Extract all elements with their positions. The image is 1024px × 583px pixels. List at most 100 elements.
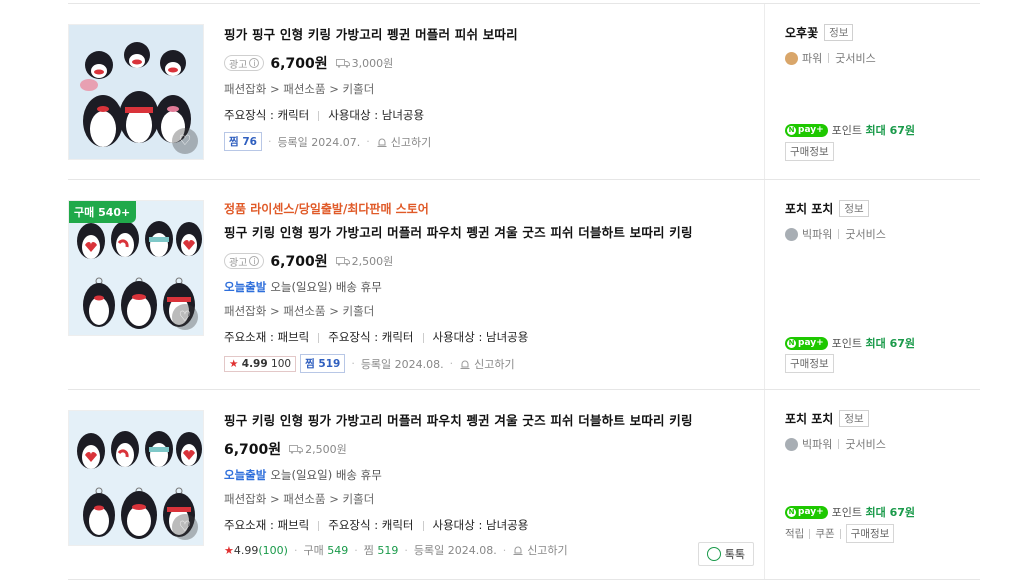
npay-label: pay (798, 338, 817, 348)
ad-label: 광고 (229, 59, 248, 71)
report-link[interactable]: 신고하기 (527, 542, 567, 558)
product-thumbnail[interactable]: ♡ (68, 24, 204, 160)
point-max: 최대 67원 (865, 506, 916, 519)
npay-label: pay (798, 507, 817, 517)
attribute: 사용대상 : 남녀공용 (432, 518, 529, 532)
power-grade: 파워 (802, 52, 823, 65)
buy-info-button[interactable]: 구매정보 (785, 354, 834, 373)
category-path[interactable]: 패션잡화 > 패션소품 > 키홀더 (224, 303, 754, 319)
zzim-count[interactable]: 찜 519 (300, 354, 346, 373)
delivery-info: 오늘출발 오늘(일요일) 배송 휴무 (224, 279, 754, 295)
purchase-count: 549 (327, 543, 349, 557)
report-link[interactable]: 신고하기 (474, 356, 514, 372)
npay-point: Npay + 포인트 최대 67원 (785, 335, 915, 351)
attribute: 주요소재 : 패브릭 (224, 330, 310, 344)
price-row: 광고 i 6,700원 2,500원 (224, 251, 754, 271)
seller-name[interactable]: 포치 포치 (785, 200, 833, 217)
divider (422, 520, 424, 531)
ad-badge[interactable]: 광고 i (224, 253, 265, 269)
service-grade: 굿서비스 (845, 438, 886, 451)
product-item: ♡ 핑구 키링 인형 핑가 가방고리 머플러 파우치 펭귄 겨울 굿즈 피쉬 더… (68, 390, 980, 580)
ad-badge[interactable]: 광고 i (224, 55, 265, 71)
divider (809, 528, 811, 539)
seller-links: 적립 쿠폰 구매정보 (785, 524, 895, 543)
product-item: ♡ 핑가 핑구 인형 키링 가방고리 펭귄 머플러 피쉬 보따리 광고 i 6,7… (68, 4, 980, 180)
delivery-tag: 오늘출발 (224, 280, 267, 294)
product-info: 핑가 핑구 인형 키링 가방고리 펭귄 머플러 피쉬 보따리 광고 i 6,700… (224, 24, 754, 151)
dot-separator: · (351, 357, 355, 370)
wishlist-heart-icon[interactable]: ♡ (172, 514, 198, 540)
product-meta: ★ 4.99 (100) · 구매 549 · 찜 519 · 등록일 2024.0… (224, 542, 754, 558)
zzim-count[interactable]: 519 (377, 544, 398, 557)
buy-info-button[interactable]: 구매정보 (845, 524, 895, 543)
attribute: 주요소재 : 패브릭 (224, 518, 310, 532)
coupon-link[interactable]: 쿠폰 (815, 526, 834, 541)
seller-header: 오후꽃 정보 (785, 24, 980, 41)
review-count[interactable]: (100) (258, 544, 288, 557)
product-thumbnail[interactable]: ♡ (68, 410, 204, 546)
wishlist-heart-icon[interactable]: ♡ (172, 304, 198, 330)
shipping-fee-value: 2,500원 (351, 255, 394, 268)
plus-icon: + (816, 338, 824, 348)
product-title[interactable]: 핑구 키링 인형 핑가 가방고리 머플러 파우치 펭귄 겨울 굿즈 피쉬 더블하… (224, 410, 754, 429)
ad-label: 광고 (229, 257, 248, 269)
zzim-count[interactable]: 찜 76 (224, 132, 262, 151)
npay-badge: Npay + (785, 123, 828, 137)
product-attributes: 주요소재 : 패브릭 주요장식 : 캐릭터 사용대상 : 남녀공용 (224, 517, 754, 533)
seller-grade: 파워 굿서비스 (785, 50, 980, 66)
category-path[interactable]: 패션잡화 > 패션소품 > 키홀더 (224, 491, 754, 507)
product-title[interactable]: 핑구 키링 인형 핑가 가방고리 머플러 파우치 펭귄 겨울 굿즈 피쉬 더블하… (224, 222, 754, 241)
power-grade: 빅파워 (802, 228, 833, 241)
talk-button[interactable]: 톡톡 (697, 542, 754, 566)
product-meta: ★ 4.99 100 찜 519 · 등록일 2024.08. · 신고하기 (224, 354, 754, 373)
shipping-fee: 3,000원 (335, 55, 393, 71)
zzim-label: 찜 (363, 544, 374, 557)
info-icon: i (249, 58, 260, 68)
rating-value[interactable]: 4.99 (234, 544, 259, 557)
rating-value: 4.99 (241, 357, 268, 370)
product-info: 정품 라이센스/당일출발/최다판매 스토어 핑구 키링 인형 핑가 가방고리 머… (224, 200, 754, 373)
seller-panel: 오후꽃 정보 파워 굿서비스 Npay + 포인트 최대 67원 구매정보 (764, 4, 980, 179)
seller-info-button[interactable]: 정보 (824, 24, 854, 41)
chat-bubble-icon (706, 547, 721, 561)
attribute: 주요장식 : 캐릭터 (328, 518, 414, 532)
report-icon (513, 546, 523, 555)
registered-date: 등록일 2024.08. (413, 544, 497, 557)
npay-n-icon: N (787, 507, 796, 517)
talk-label: 톡톡 (724, 548, 745, 561)
medal-icon (785, 51, 798, 65)
seller-name[interactable]: 포치 포치 (785, 410, 833, 427)
npay-n-icon: N (787, 125, 796, 135)
npay-point: Npay + 포인트 최대 67원 (785, 122, 915, 138)
product-price: 6,700원 (270, 56, 328, 72)
category-path[interactable]: 패션잡화 > 패션소품 > 키홀더 (224, 81, 754, 97)
dot-separator: · (404, 543, 408, 557)
seller-header: 포치 포치 정보 (785, 200, 980, 217)
point-label: 포인트 (831, 124, 863, 137)
product-meta: 찜 76 · 등록일 2024.07. · 신고하기 (224, 132, 754, 151)
shipping-fee-value: 2,500원 (305, 443, 347, 456)
dot-separator: · (267, 135, 272, 148)
accumulate-link[interactable]: 적립 (785, 526, 804, 541)
product-thumbnail[interactable]: 구매 540+ ♡ (68, 200, 204, 336)
buy-info-button[interactable]: 구매정보 (785, 142, 834, 161)
attribute: 주요장식 : 캐릭터 (328, 330, 414, 344)
wishlist-heart-icon[interactable]: ♡ (172, 128, 198, 154)
product-title[interactable]: 핑가 핑구 인형 키링 가방고리 펭귄 머플러 피쉬 보따리 (224, 24, 754, 43)
npay-n-icon: N (787, 338, 796, 348)
purchase-count-badge: 구매 540+ (69, 201, 137, 223)
seller-grade: 빅파워 굿서비스 (785, 436, 980, 452)
medal-icon (785, 227, 798, 241)
rating-box[interactable]: ★ 4.99 100 (224, 355, 297, 372)
review-count: 100 (271, 357, 292, 370)
plus-icon: + (816, 507, 824, 517)
dot-separator: · (354, 543, 358, 557)
product-price: 6,700원 (270, 254, 328, 270)
point-max: 최대 67원 (865, 124, 916, 137)
npay-badge: Npay + (785, 505, 828, 519)
seller-name[interactable]: 오후꽃 (785, 24, 818, 41)
seller-info-button[interactable]: 정보 (839, 200, 869, 217)
service-grade: 굿서비스 (835, 52, 876, 65)
seller-info-button[interactable]: 정보 (839, 410, 869, 427)
report-link[interactable]: 신고하기 (391, 134, 431, 150)
